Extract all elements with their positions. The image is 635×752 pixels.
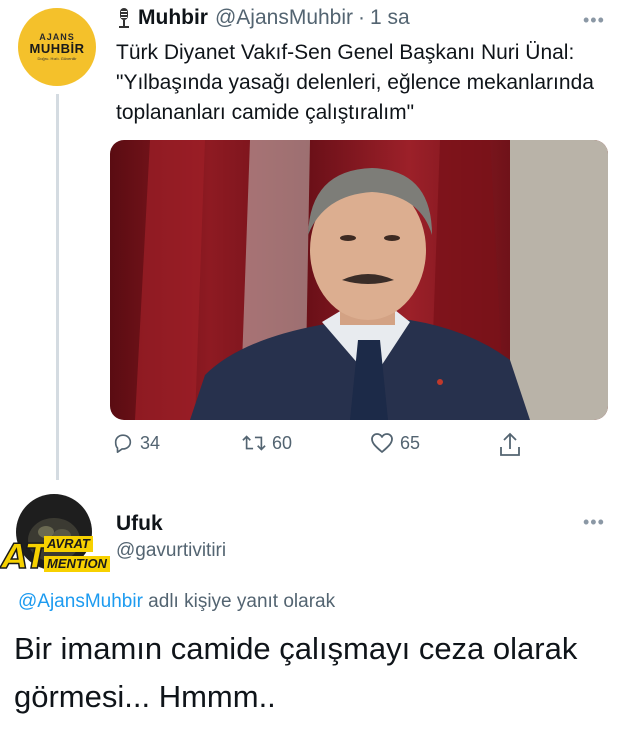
avatar-logo-line2: MUHBİR (29, 40, 85, 56)
author-avatar-ufuk[interactable]: AT AVRAT MENTION (1, 492, 114, 584)
like-count: 65 (400, 432, 421, 453)
avatar-label-at: AT (1, 537, 49, 577)
author-handle[interactable]: @AjansMuhbir (215, 6, 353, 30)
heart-icon (371, 433, 393, 453)
photo-illustration (110, 140, 608, 420)
avatar-logo-line3: Doğru. Hızlı. Güvenilir (37, 55, 77, 61)
more-options-icon[interactable]: ••• (583, 10, 605, 31)
reply-count: 34 (140, 432, 161, 453)
retweet-count: 60 (272, 432, 293, 453)
tweet-timestamp[interactable]: 1 sa (370, 6, 410, 30)
share-icon (500, 432, 520, 456)
tweet-header: Muhbir @AjansMuhbir · 1 sa (116, 6, 410, 30)
reply-icon (114, 434, 132, 453)
tweet-media-photo[interactable] (110, 140, 608, 420)
replying-to: @AjansMuhbir adlı kişiye yanıt olarak (18, 591, 335, 613)
reply-context-text: adlı kişiye yanıt olarak (142, 591, 336, 612)
microphone-icon (119, 8, 129, 28)
avatar-label-mention: MENTION (44, 556, 110, 572)
like-action[interactable]: 65 (370, 432, 420, 454)
reply-tweet-text: Bir imamın camide çalışmayı ceza olarak … (14, 631, 578, 714)
author-name[interactable]: Muhbir (138, 6, 208, 30)
avatar-label-avrat: AVRAT (44, 536, 93, 552)
share-action[interactable] (498, 432, 528, 458)
author-name[interactable]: Ufuk (116, 512, 163, 536)
reply-action[interactable]: 34 (112, 432, 160, 454)
tweet-text: Türk Diyanet Vakıf-Sen Genel Başkanı Nur… (116, 41, 594, 124)
author-handle[interactable]: @gavurtivitiri (116, 540, 226, 562)
reply-to-handle-link[interactable]: @AjansMuhbir (18, 591, 143, 612)
meta-separator: · (358, 6, 366, 29)
retweet-icon (242, 435, 266, 451)
retweet-action[interactable]: 60 (242, 432, 292, 454)
author-avatar-muhbir[interactable]: AJANS MUHBİR Doğru. Hızlı. Güvenilir (18, 8, 96, 86)
more-options-icon[interactable]: ••• (583, 512, 605, 533)
thread-connector-line (56, 94, 59, 480)
